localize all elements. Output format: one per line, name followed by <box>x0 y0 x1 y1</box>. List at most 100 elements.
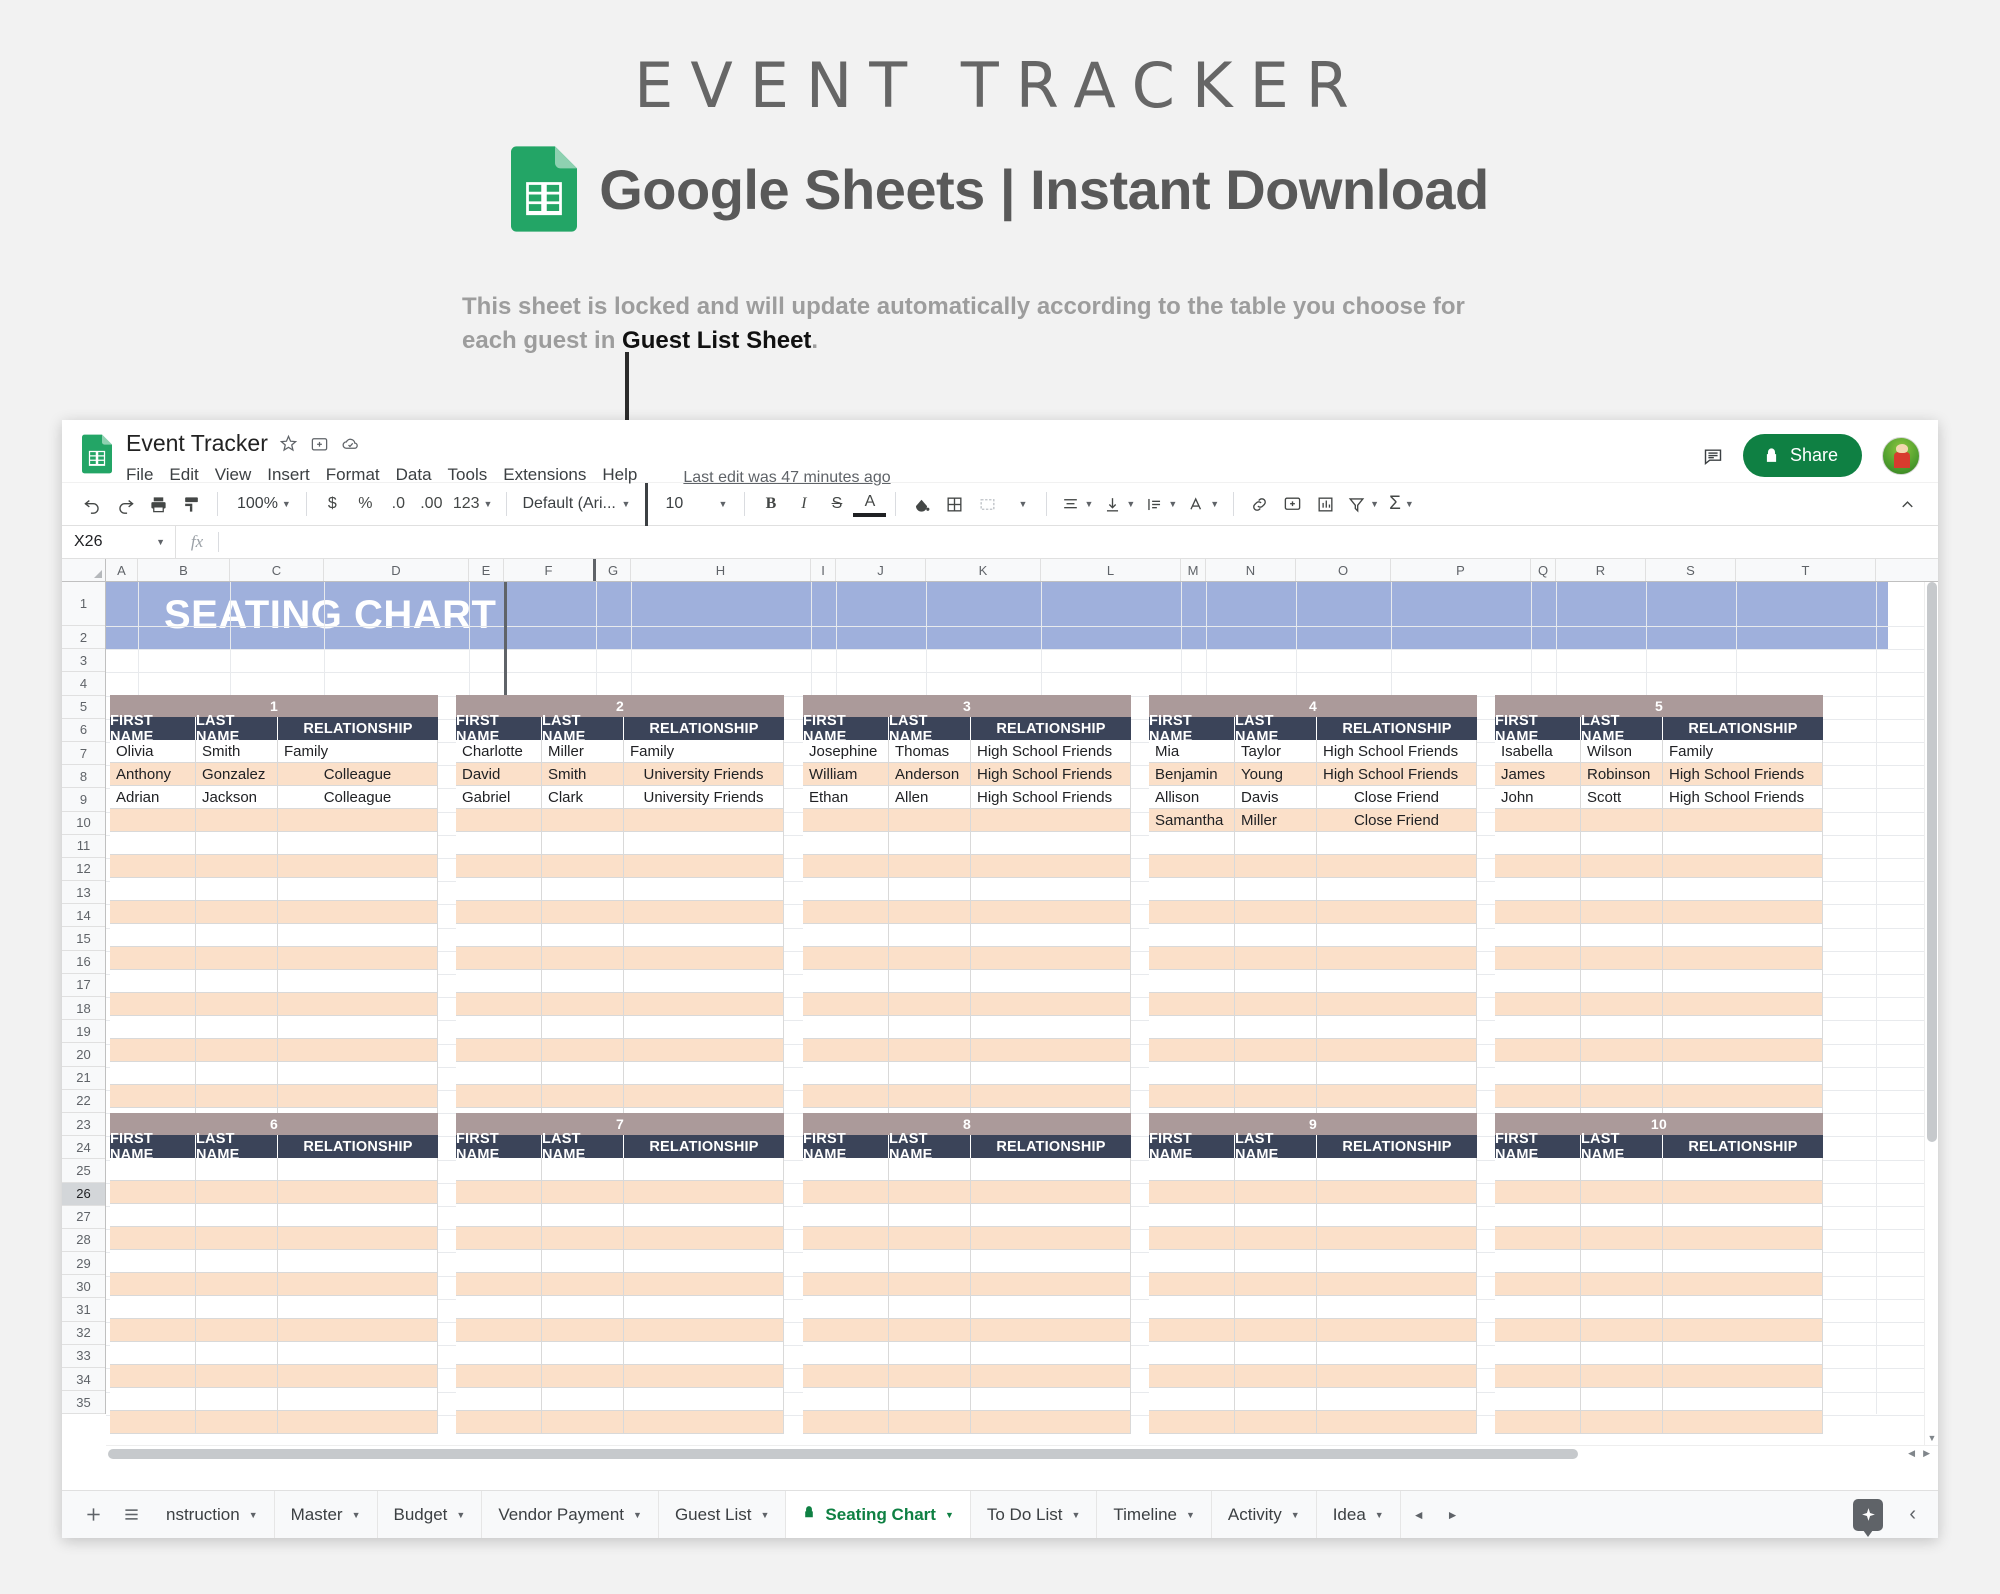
row-header-4[interactable]: 4 <box>62 672 105 695</box>
table-row[interactable]: BenjaminYoungHigh School Friends <box>1149 763 1477 786</box>
row-header-26[interactable]: 26 <box>62 1183 105 1206</box>
merge-cells-caret-icon[interactable]: ▼ <box>1004 488 1037 521</box>
table-row[interactable] <box>110 1181 438 1204</box>
table-row[interactable] <box>1149 1039 1477 1062</box>
table-row[interactable] <box>1495 809 1823 832</box>
decrease-decimal-button[interactable]: .0 <box>382 488 415 521</box>
table-row[interactable] <box>803 878 1131 901</box>
row-header-13[interactable]: 13 <box>62 881 105 904</box>
table-row[interactable] <box>110 1227 438 1250</box>
sheet-tab-guest-list[interactable]: Guest List▼ <box>659 1491 786 1539</box>
row-header-21[interactable]: 21 <box>62 1067 105 1090</box>
column-header-r[interactable]: R <box>1556 559 1646 581</box>
table-row[interactable] <box>110 809 438 832</box>
scroll-down-arrow-icon[interactable]: ▼ <box>1925 1431 1938 1445</box>
table-row[interactable] <box>456 1365 784 1388</box>
table-row[interactable] <box>1149 1319 1477 1342</box>
row-header-18[interactable]: 18 <box>62 997 105 1020</box>
table-row[interactable] <box>803 993 1131 1016</box>
table-row[interactable] <box>110 1342 438 1365</box>
table-row[interactable] <box>1149 878 1477 901</box>
column-header-t[interactable]: T <box>1736 559 1876 581</box>
chevron-down-icon[interactable]: ▼ <box>1375 1510 1384 1520</box>
table-row[interactable]: OliviaSmithFamily <box>110 740 438 763</box>
chevron-down-icon[interactable]: ▼ <box>352 1510 361 1520</box>
row-header-30[interactable]: 30 <box>62 1275 105 1298</box>
table-row[interactable] <box>456 1296 784 1319</box>
table-row[interactable] <box>1149 947 1477 970</box>
table-row[interactable] <box>1495 1204 1823 1227</box>
font-size-selector[interactable]: 10▼ <box>657 495 735 513</box>
column-header-j[interactable]: J <box>836 559 926 581</box>
sheet-tab-budget[interactable]: Budget▼ <box>378 1491 483 1539</box>
table-row[interactable] <box>110 993 438 1016</box>
chevron-down-icon[interactable]: ▼ <box>945 1510 954 1520</box>
table-row[interactable] <box>456 832 784 855</box>
row-header-35[interactable]: 35 <box>62 1391 105 1414</box>
column-header-p[interactable]: P <box>1391 559 1531 581</box>
sheet-tab-activity[interactable]: Activity▼ <box>1212 1491 1317 1539</box>
table-row[interactable] <box>456 1411 784 1434</box>
row-header-25[interactable]: 25 <box>62 1159 105 1182</box>
table-row[interactable] <box>456 1181 784 1204</box>
row-header-32[interactable]: 32 <box>62 1322 105 1345</box>
table-row[interactable] <box>803 1158 1131 1181</box>
table-row[interactable] <box>1149 1250 1477 1273</box>
table-row[interactable] <box>456 1388 784 1411</box>
menu-edit[interactable]: Edit <box>169 463 208 487</box>
table-row[interactable] <box>456 1016 784 1039</box>
table-row[interactable] <box>110 1062 438 1085</box>
menu-extensions[interactable]: Extensions <box>503 463 596 487</box>
tabs-prev-icon[interactable]: ◄ <box>1413 1508 1425 1522</box>
print-icon[interactable] <box>142 488 175 521</box>
table-row[interactable]: CharlotteMillerFamily <box>456 740 784 763</box>
column-header-i[interactable]: I <box>811 559 836 581</box>
table-row[interactable] <box>110 970 438 993</box>
table-row[interactable] <box>110 901 438 924</box>
table-row[interactable] <box>110 1158 438 1181</box>
table-row[interactable] <box>1149 1062 1477 1085</box>
document-title[interactable]: Event Tracker <box>126 430 268 457</box>
chevron-down-icon[interactable]: ▼ <box>456 1510 465 1520</box>
table-row[interactable] <box>1495 878 1823 901</box>
table-row[interactable] <box>803 1411 1131 1434</box>
table-row[interactable] <box>1495 832 1823 855</box>
table-row[interactable]: GabrielClarkUniversity Friends <box>456 786 784 809</box>
insert-link-icon[interactable] <box>1243 488 1276 521</box>
chevron-down-icon[interactable]: ▼ <box>1186 1510 1195 1520</box>
table-row[interactable]: MiaTaylorHigh School Friends <box>1149 740 1477 763</box>
table-row[interactable] <box>110 878 438 901</box>
table-row[interactable] <box>1495 1181 1823 1204</box>
table-row[interactable] <box>1149 1158 1477 1181</box>
table-row[interactable] <box>803 1296 1131 1319</box>
table-row[interactable] <box>803 1365 1131 1388</box>
row-header-17[interactable]: 17 <box>62 974 105 997</box>
table-row[interactable] <box>803 924 1131 947</box>
table-row[interactable] <box>803 1388 1131 1411</box>
column-header-o[interactable]: O <box>1296 559 1391 581</box>
row-header-20[interactable]: 20 <box>62 1043 105 1066</box>
column-header-c[interactable]: C <box>230 559 324 581</box>
row-header-6[interactable]: 6 <box>62 719 105 742</box>
table-row[interactable]: AllisonDavisClose Friend <box>1149 786 1477 809</box>
chevron-down-icon[interactable]: ▼ <box>1291 1510 1300 1520</box>
table-row[interactable] <box>456 1039 784 1062</box>
table-row[interactable] <box>1495 1016 1823 1039</box>
row-header-19[interactable]: 19 <box>62 1020 105 1043</box>
table-row[interactable] <box>1149 1296 1477 1319</box>
table-row[interactable] <box>1495 1342 1823 1365</box>
name-box[interactable]: X26 ▼ <box>62 526 176 558</box>
merge-cells-icon[interactable] <box>971 488 1004 521</box>
row-header-12[interactable]: 12 <box>62 858 105 881</box>
table-row[interactable] <box>803 1250 1131 1273</box>
table-row[interactable] <box>1149 993 1477 1016</box>
row-header-22[interactable]: 22 <box>62 1090 105 1113</box>
table-row[interactable] <box>1495 855 1823 878</box>
table-row[interactable] <box>1495 1296 1823 1319</box>
row-header-23[interactable]: 23 <box>62 1113 105 1136</box>
table-row[interactable] <box>803 970 1131 993</box>
column-header-n[interactable]: N <box>1206 559 1296 581</box>
table-row[interactable] <box>110 1250 438 1273</box>
sheet-tab-nstruction[interactable]: nstruction▼ <box>150 1491 275 1539</box>
table-row[interactable] <box>803 855 1131 878</box>
